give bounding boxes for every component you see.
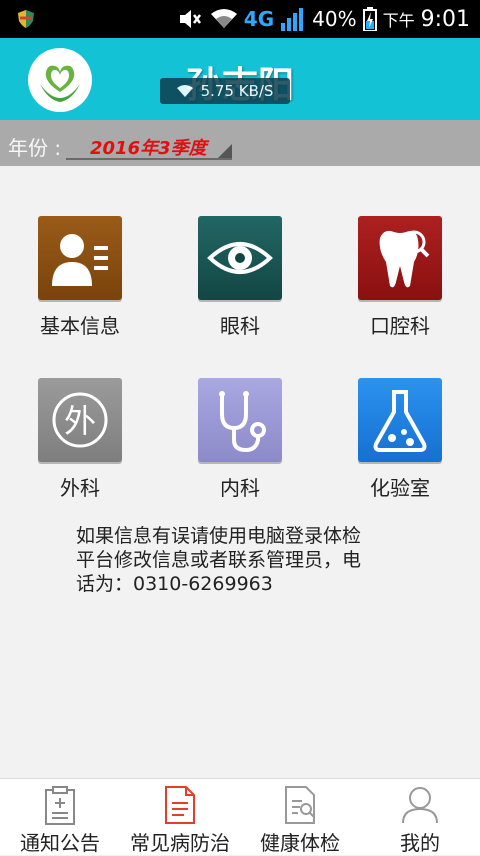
user-icon — [402, 787, 438, 824]
tab-health-checkup[interactable]: 健康体检 — [240, 779, 360, 855]
dropdown-corner-icon — [218, 144, 232, 158]
notice-line: 如果信息有误请使用电脑登录体检 — [76, 525, 362, 547]
year-label: 年份 : — [8, 136, 62, 160]
document-icon — [165, 786, 195, 824]
contact-notice: 如果信息有误请使用电脑登录体检 平台修改信息或者联系管理员，电 话为：0310-… — [76, 524, 406, 596]
mute-icon — [179, 10, 201, 28]
app-header: 孙志阳 5.75 KB/S — [0, 38, 480, 120]
battery-percent: 40% — [312, 7, 357, 31]
signal-icon — [281, 8, 304, 31]
notice-line: 话为：0310-6269963 — [76, 573, 273, 595]
stethoscope-icon — [198, 378, 282, 462]
clock-ampm: 下午 — [382, 11, 415, 30]
year-selected-value: 2016年3季度 — [90, 138, 207, 159]
tab-mine[interactable]: 我的 — [360, 779, 480, 855]
battery-icon — [362, 7, 377, 31]
tab-label: 健康体检 — [260, 831, 340, 855]
tile-basic-info[interactable]: 基本信息 — [20, 216, 140, 339]
tile-label: 基本信息 — [40, 314, 120, 338]
tab-label: 常见病防治 — [130, 831, 230, 855]
id-card-icon — [38, 216, 122, 300]
network-type: 4G — [243, 7, 275, 31]
shield-icon — [18, 10, 34, 28]
year-filter-bar: 年份 : 2016年3季度 — [0, 120, 480, 166]
tooth-icon — [358, 216, 442, 300]
clipboard-icon — [45, 786, 75, 825]
report-search-icon — [285, 786, 315, 824]
tile-laboratory[interactable]: 化验室 — [340, 378, 460, 501]
wifi-small-icon — [176, 85, 193, 97]
wifi-icon — [210, 9, 237, 28]
tile-label: 外科 — [60, 476, 100, 500]
year-dropdown[interactable]: 2016年3季度 — [66, 128, 232, 160]
tab-label: 我的 — [400, 831, 440, 855]
tile-surgery[interactable]: 外 外科 — [20, 378, 140, 501]
status-bar: 4G 40% 下午 9:01 — [0, 0, 480, 38]
surgery-glyph-text: 外 — [64, 402, 96, 440]
tile-label: 口腔科 — [370, 314, 430, 338]
eye-icon — [198, 216, 282, 300]
tile-dentistry[interactable]: 口腔科 — [340, 216, 460, 339]
tile-label: 化验室 — [370, 476, 430, 500]
net-speed-indicator: 5.75 KB/S — [160, 78, 290, 104]
tab-disease-prevention[interactable]: 常见病防治 — [120, 779, 240, 855]
tab-label: 通知公告 — [20, 831, 100, 855]
tab-notices[interactable]: 通知公告 — [0, 779, 120, 855]
notice-line: 平台修改信息或者联系管理员，电 — [76, 549, 362, 571]
tile-internal-medicine[interactable]: 内科 — [180, 378, 300, 501]
tile-ophthalmology[interactable]: 眼科 — [180, 216, 300, 339]
clock-time: 9:01 — [420, 6, 470, 32]
bottom-tab-bar: 通知公告 常见病防治 健康体检 我的 — [0, 778, 480, 855]
surgery-glyph-icon: 外 — [38, 378, 122, 462]
tile-label: 眼科 — [220, 314, 260, 338]
net-speed-value: 5.75 KB/S — [200, 82, 274, 100]
tile-label: 内科 — [220, 476, 260, 500]
flask-icon — [358, 378, 442, 462]
